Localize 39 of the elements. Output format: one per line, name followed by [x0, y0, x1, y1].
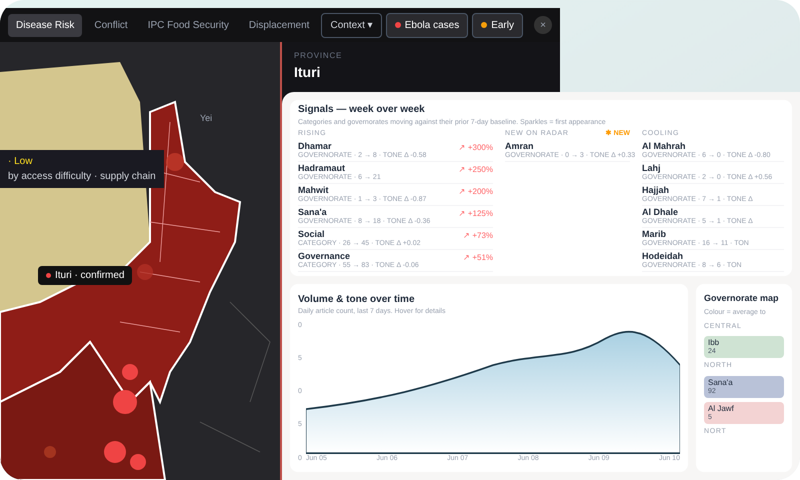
signal-name: Mahwit: [298, 186, 330, 195]
signal-name: Al Mahrah: [642, 142, 687, 151]
province-caption: PROVINCE: [294, 50, 344, 62]
card-title: Volume & tone over time: [298, 292, 416, 307]
layer-tab[interactable]: Context ▾: [321, 12, 382, 38]
legend-note: by access difficulty · supply chain: [8, 170, 156, 184]
layer-tab[interactable]: Displacement: [240, 14, 318, 36]
card-title: Governorate map: [704, 292, 780, 305]
layer-tab[interactable]: IPC Food Security: [140, 14, 237, 36]
card-title: Signals — week over week: [298, 104, 426, 116]
layer-chip[interactable]: Early: [472, 12, 523, 38]
delta-value: ↗ +51%: [463, 252, 493, 264]
signal-name: Dhamar: [298, 142, 333, 151]
signal-name: Lahj: [642, 164, 662, 173]
tile-name: Sana'a: [708, 378, 734, 387]
delta-value: ↗ +125%: [458, 208, 493, 220]
map-label: Yei: [200, 112, 212, 125]
tile-name: Al Jawf: [708, 404, 735, 413]
delta-value: ↗ +300%: [458, 142, 493, 154]
signal-name: Amran: [505, 142, 535, 151]
signal-name: Hodeidah: [642, 252, 684, 261]
close-button[interactable]: ×: [534, 16, 552, 34]
layer-chip[interactable]: Ebola cases: [386, 12, 468, 38]
province-name: Ituri: [294, 63, 322, 82]
layer-tab[interactable]: Disease Risk: [8, 14, 82, 36]
tooltip-text: Ituri · confirmed: [55, 269, 124, 283]
risk-level: · Low: [8, 155, 34, 169]
signal-name: Social: [298, 230, 326, 239]
signal-name: Al Dhale: [642, 208, 680, 217]
tile-name: Ibb: [708, 339, 720, 348]
signal-name: Marib: [642, 230, 668, 239]
layer-tab[interactable]: Conflict: [86, 14, 136, 36]
signal-name: Governance: [298, 252, 352, 261]
delta-value: ↗ +250%: [458, 164, 493, 176]
signal-name: Hadramaut: [298, 164, 346, 173]
delta-value: ↗ +200%: [458, 186, 493, 198]
signal-name: Hajjah: [642, 186, 670, 195]
signal-name: Sana'a: [298, 208, 328, 217]
delta-value: ↗ +73%: [463, 230, 493, 242]
